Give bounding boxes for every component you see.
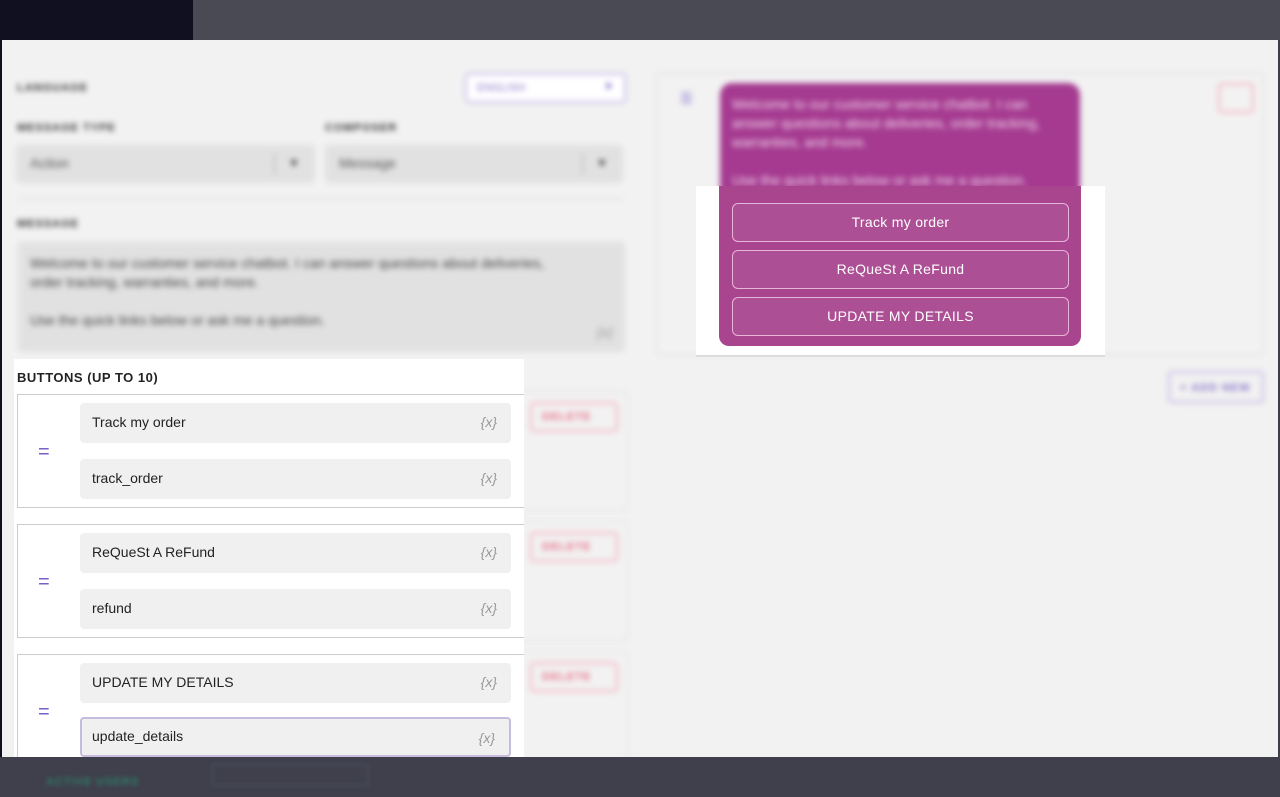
button-value-field[interactable]: track_order {x} bbox=[80, 459, 511, 499]
message-line: Use the quick links below or ask me a qu… bbox=[30, 312, 325, 328]
language-select[interactable]: ENGLISH ▼ bbox=[465, 73, 626, 103]
message-line: order tracking, warranties, and more. bbox=[30, 274, 259, 290]
variable-insert-icon[interactable]: {x} bbox=[481, 544, 497, 560]
drag-handle-icon[interactable]: ☰ bbox=[680, 90, 693, 107]
message-label: MESSAGE bbox=[17, 218, 80, 230]
delete-button[interactable]: DELETE bbox=[530, 662, 618, 692]
message-textarea[interactable]: Welcome to our customer service chatbot.… bbox=[18, 242, 625, 352]
app-topbar bbox=[193, 0, 1280, 40]
chevron-down-icon: ▼ bbox=[596, 156, 608, 170]
chevron-down-icon: ▼ bbox=[288, 156, 300, 170]
chevron-down-icon: ▼ bbox=[603, 81, 614, 93]
variable-insert-icon[interactable]: {x} bbox=[481, 470, 497, 486]
message-type-label: MESSAGE TYPE bbox=[17, 122, 116, 134]
delete-button[interactable]: DELETE bbox=[530, 532, 618, 562]
preview-bubble-text: Welcome to our customer service chatbot.… bbox=[720, 83, 1080, 203]
bubble-line: warranties, and more. bbox=[732, 134, 868, 150]
buttons-editor: BUTTONS (UP TO 10) = Track my order {x} … bbox=[14, 359, 524, 757]
button-label-value: Track my order bbox=[92, 414, 186, 430]
drag-handle-icon[interactable]: = bbox=[38, 701, 50, 724]
button-value: track_order bbox=[92, 470, 163, 486]
chat-quick-reply-button[interactable]: UPDATE MY DETAILS bbox=[732, 297, 1069, 336]
button-label-value: UPDATE MY DETAILS bbox=[92, 674, 234, 690]
trash-icon[interactable] bbox=[1218, 83, 1254, 113]
divider bbox=[696, 355, 1105, 357]
variable-insert-icon[interactable]: {x} bbox=[597, 323, 613, 342]
footer-label: ACTIVE USERS bbox=[46, 776, 140, 788]
divider bbox=[18, 198, 625, 199]
variable-insert-icon[interactable]: {x} bbox=[481, 414, 497, 430]
buttons-heading: BUTTONS (UP TO 10) bbox=[17, 370, 159, 385]
button-item: = ReQueSt A ReFund {x} refund {x} bbox=[17, 524, 524, 638]
message-type-value: Action bbox=[30, 155, 69, 171]
composer-select[interactable]: Message ▼ bbox=[325, 145, 623, 183]
app-footer bbox=[0, 757, 1280, 797]
variable-insert-icon[interactable]: {x} bbox=[481, 674, 497, 690]
composer-label: COMPOSER bbox=[325, 122, 398, 134]
footer-field bbox=[212, 764, 368, 786]
button-value: update_details bbox=[92, 728, 184, 744]
delete-button[interactable]: DELETE bbox=[530, 402, 618, 432]
button-label-field[interactable]: UPDATE MY DETAILS {x} bbox=[80, 663, 511, 703]
button-label-field[interactable]: ReQueSt A ReFund {x} bbox=[80, 533, 511, 573]
chat-quick-reply-button[interactable]: Track my order bbox=[732, 203, 1069, 242]
chat-quick-reply-button[interactable]: ReQueSt A ReFund bbox=[732, 250, 1069, 289]
variable-insert-icon[interactable]: {x} bbox=[479, 730, 495, 746]
select-separator bbox=[274, 153, 275, 175]
bubble-line: Welcome to our customer service chatbot.… bbox=[732, 96, 1028, 112]
button-item: = Track my order {x} track_order {x} bbox=[17, 394, 524, 508]
select-separator bbox=[582, 153, 583, 175]
variable-insert-icon[interactable]: {x} bbox=[481, 600, 497, 616]
language-value: ENGLISH bbox=[477, 82, 526, 94]
button-value-field[interactable]: refund {x} bbox=[80, 589, 511, 629]
chat-preview-buttons: Track my order ReQueSt A ReFund UPDATE M… bbox=[696, 186, 1105, 357]
button-item: = UPDATE MY DETAILS {x} update_details {… bbox=[17, 654, 524, 757]
message-line: Welcome to our customer service chatbot.… bbox=[30, 255, 545, 271]
composer-value: Message bbox=[339, 155, 396, 171]
bubble-line: answer questions about deliveries, order… bbox=[732, 115, 1041, 131]
button-value-field[interactable]: update_details {x} bbox=[80, 717, 511, 757]
message-type-select[interactable]: Action ▼ bbox=[16, 145, 315, 183]
add-new-button[interactable]: + ADD NEW bbox=[1168, 371, 1264, 403]
button-label-field[interactable]: Track my order {x} bbox=[80, 403, 511, 443]
button-value: refund bbox=[92, 600, 132, 616]
language-label: LANGUAGE bbox=[17, 82, 88, 94]
button-label-value: ReQueSt A ReFund bbox=[92, 544, 215, 560]
drag-handle-icon[interactable]: = bbox=[38, 441, 50, 464]
drag-handle-icon[interactable]: = bbox=[38, 571, 50, 594]
